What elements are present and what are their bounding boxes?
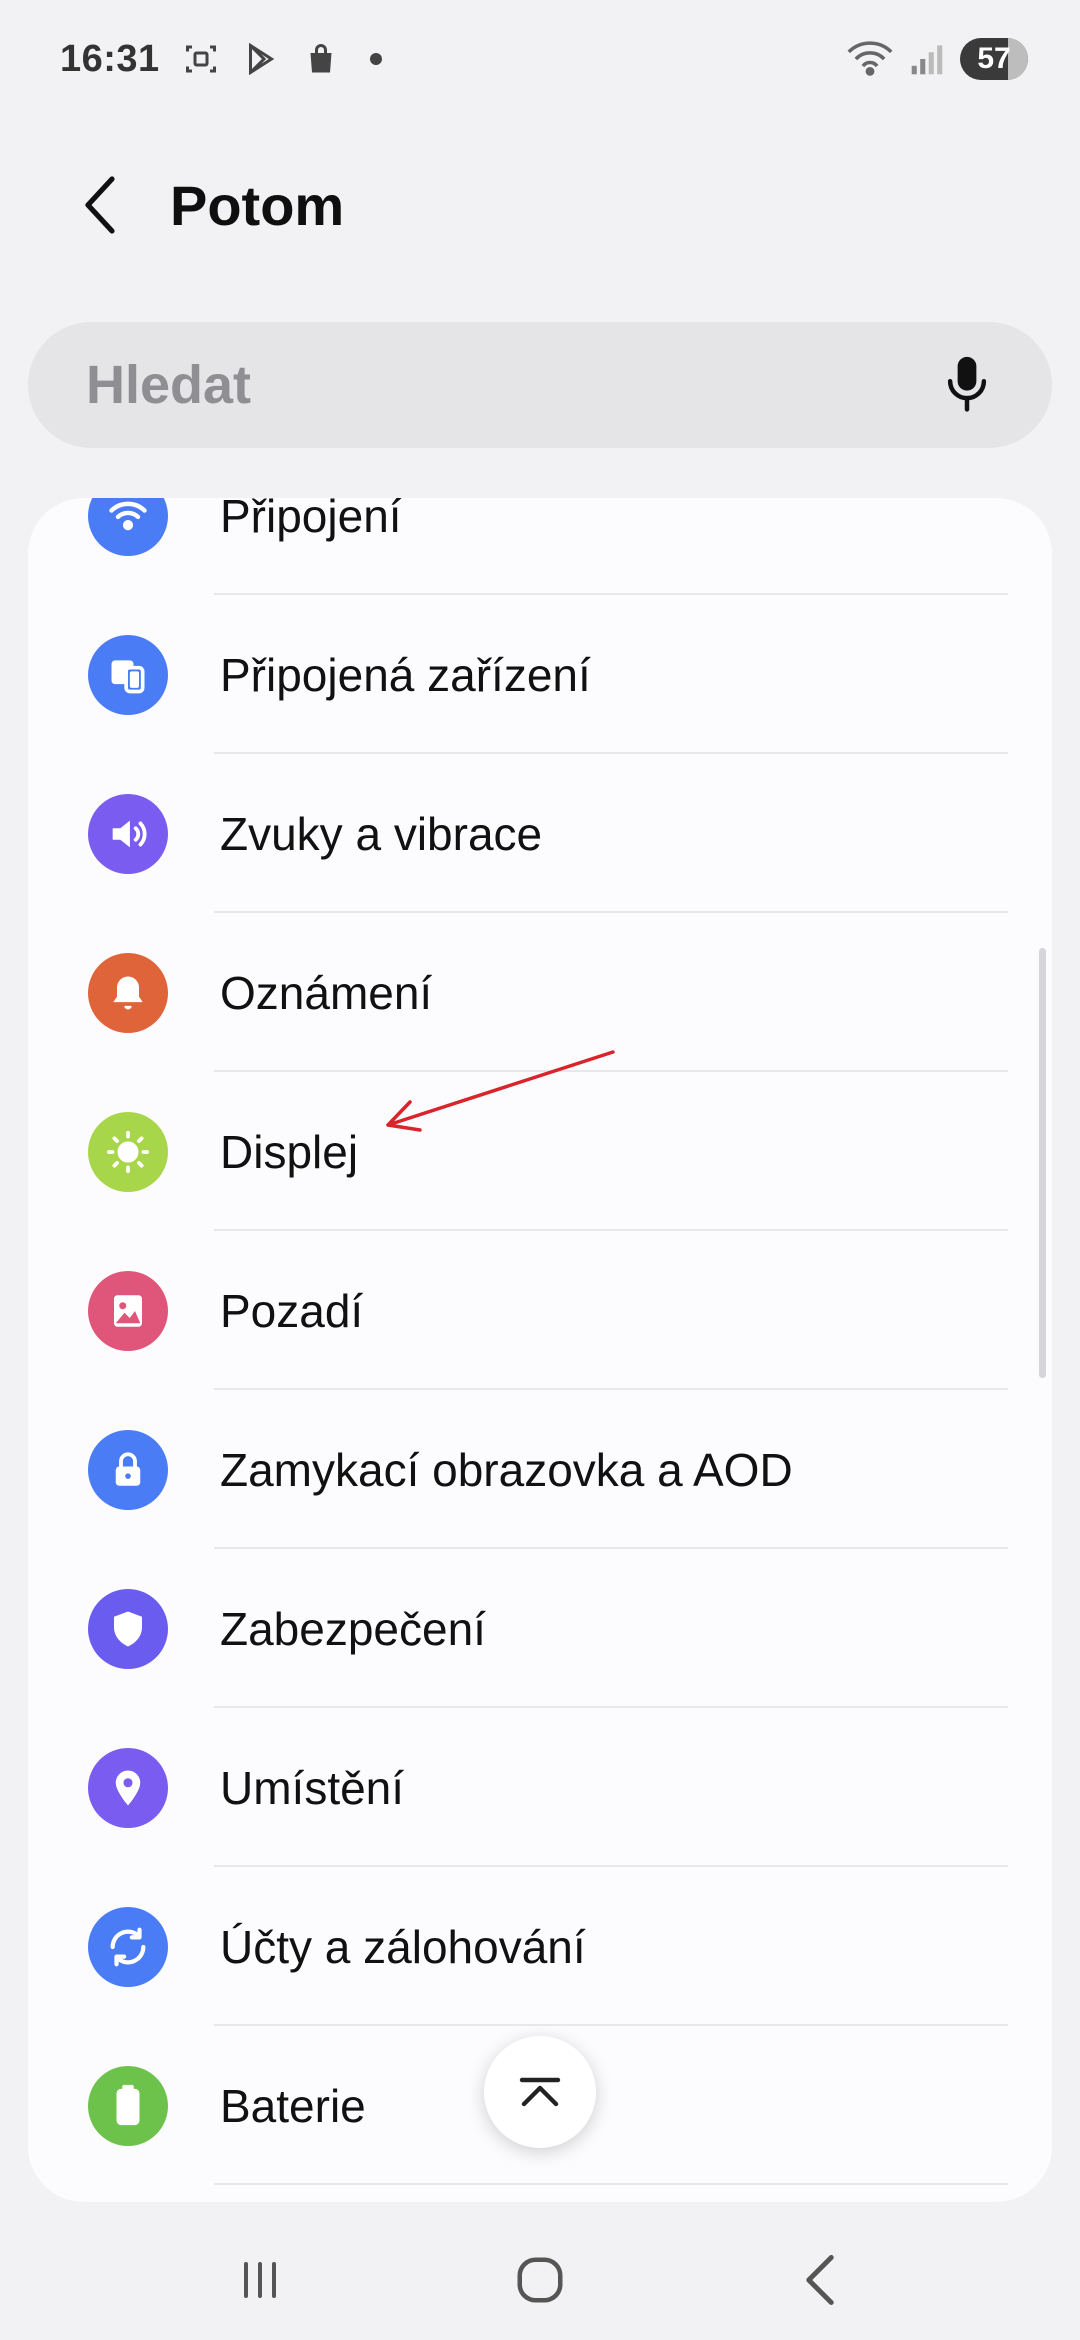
settings-item-wallpaper[interactable]: Pozadí bbox=[28, 1231, 1052, 1390]
home-icon bbox=[517, 2257, 563, 2303]
scroll-to-top-button[interactable] bbox=[484, 2036, 596, 2148]
location-pin-icon bbox=[88, 1747, 168, 1828]
back-arrow-icon bbox=[806, 2255, 834, 2305]
back-button[interactable] bbox=[55, 160, 145, 250]
search-input[interactable]: Hledat bbox=[28, 322, 1052, 448]
scrollbar[interactable] bbox=[1039, 948, 1046, 1378]
notification-dot bbox=[369, 53, 382, 65]
battery-indicator: 57 bbox=[960, 38, 1028, 80]
settings-item-security[interactable]: Zabezpečení bbox=[28, 1549, 1052, 1708]
settings-item-label: Účty a zálohování bbox=[220, 1920, 586, 1973]
settings-item-location[interactable]: Umístění bbox=[28, 1708, 1052, 1867]
settings-list: Připojení Připojená zařízení Zvuky a vib… bbox=[28, 498, 1052, 2185]
status-left: 16:31 bbox=[60, 38, 382, 81]
chevron-left-icon bbox=[85, 176, 115, 234]
settings-item-connections[interactable]: Připojení bbox=[28, 498, 1052, 595]
settings-item-connected-devices[interactable]: Připojená zařízení bbox=[28, 595, 1052, 754]
settings-item-label: Zvuky a vibrace bbox=[220, 807, 543, 860]
settings-item-lock-screen[interactable]: Zamykací obrazovka a AOD bbox=[28, 1390, 1052, 1549]
sync-icon bbox=[88, 1906, 168, 1987]
settings-item-display[interactable]: Displej bbox=[28, 1072, 1052, 1231]
status-time: 16:31 bbox=[60, 37, 160, 80]
settings-item-label: Displej bbox=[220, 1125, 359, 1178]
settings-item-label: Umístění bbox=[220, 1761, 405, 1814]
settings-item-accounts-backup[interactable]: Účty a zálohování bbox=[28, 1867, 1052, 2026]
settings-item-notifications[interactable]: Oznámení bbox=[28, 913, 1052, 1072]
bell-icon bbox=[88, 952, 168, 1033]
settings-item-label: Oznámení bbox=[220, 966, 433, 1019]
battery-icon bbox=[88, 2065, 168, 2146]
search-placeholder: Hledat bbox=[86, 355, 252, 415]
battery-level: 57 bbox=[977, 42, 1011, 75]
system-nav-bar bbox=[0, 2220, 1080, 2340]
connected-devices-icon bbox=[88, 634, 168, 715]
status-right: 57 bbox=[846, 38, 1028, 80]
page-title: Potom bbox=[170, 173, 345, 237]
speaker-icon bbox=[88, 793, 168, 874]
lock-icon bbox=[88, 1429, 168, 1510]
shopping-bag-icon bbox=[302, 40, 340, 78]
settings-item-label: Zabezpečení bbox=[220, 1602, 486, 1655]
divider bbox=[214, 2183, 1008, 2185]
wifi-icon bbox=[88, 498, 168, 556]
app-header: Potom bbox=[0, 160, 1080, 250]
cell-signal-icon bbox=[908, 40, 946, 78]
screenshot-icon bbox=[182, 40, 220, 78]
wifi-icon bbox=[846, 40, 894, 78]
settings-item-sounds[interactable]: Zvuky a vibrace bbox=[28, 754, 1052, 913]
recent-apps-icon bbox=[244, 2262, 276, 2298]
recent-apps-button[interactable] bbox=[200, 2235, 320, 2325]
nav-back-button[interactable] bbox=[760, 2235, 880, 2325]
settings-item-label: Zamykací obrazovka a AOD bbox=[220, 1443, 793, 1496]
mic-icon[interactable] bbox=[932, 350, 1002, 420]
settings-item-label: Pozadí bbox=[220, 1284, 364, 1337]
play-store-icon bbox=[242, 40, 280, 78]
home-button[interactable] bbox=[480, 2235, 600, 2325]
settings-item-label: Připojení bbox=[220, 498, 402, 542]
settings-card: Připojení Připojená zařízení Zvuky a vib… bbox=[28, 498, 1052, 2202]
settings-item-label: Baterie bbox=[220, 2079, 366, 2132]
status-bar: 16:31 57 bbox=[0, 0, 1080, 118]
settings-item-label: Připojená zařízení bbox=[220, 648, 591, 701]
wallpaper-icon bbox=[88, 1270, 168, 1351]
sun-icon bbox=[88, 1111, 168, 1192]
shield-icon bbox=[88, 1588, 168, 1669]
scroll-top-icon bbox=[519, 2077, 561, 2107]
